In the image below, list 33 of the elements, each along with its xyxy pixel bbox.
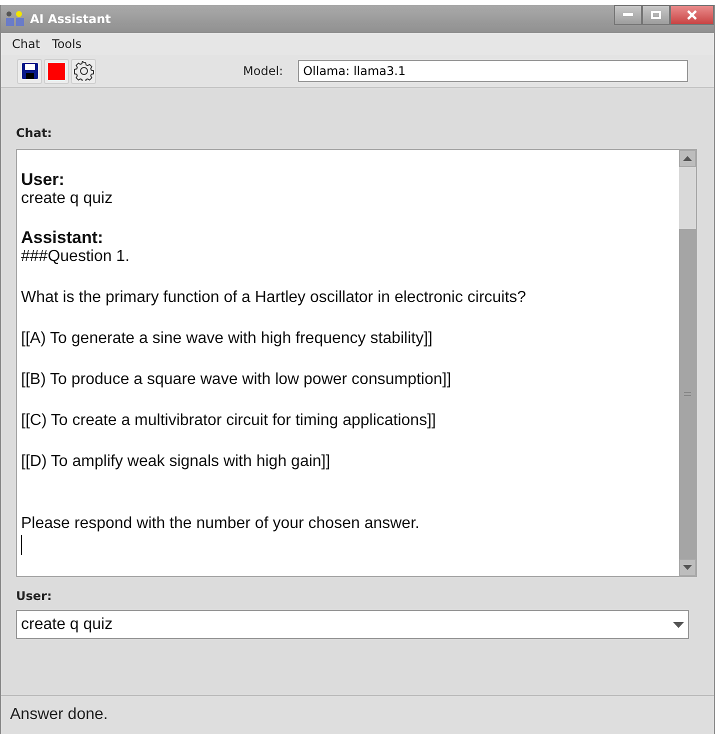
message-role: Assistant: xyxy=(21,228,104,247)
message-text: [[A) To generate a sine wave with high frequency stability]] xyxy=(21,329,434,348)
scrollbar[interactable] xyxy=(679,150,696,576)
menu-item[interactable]: Tools xyxy=(52,37,82,51)
menu-item[interactable]: Chat xyxy=(12,37,40,51)
close-button[interactable] xyxy=(670,5,714,25)
maximize-icon xyxy=(651,11,661,19)
minimize-button[interactable] xyxy=(614,5,642,25)
message-text: Please respond with the number of your chosen answer. xyxy=(21,514,420,533)
message-text: [[C) To create a multivibrator circuit for timing applications]] xyxy=(21,411,437,430)
message-text: create q quiz xyxy=(21,189,114,208)
model-field[interactable]: Ollama: llama3.1 xyxy=(298,60,688,82)
close-icon xyxy=(687,10,697,20)
chat-label: Chat: xyxy=(16,126,53,140)
message-text: ###Question 1. xyxy=(21,247,131,266)
message-role: User: xyxy=(21,170,66,189)
message-text: [[B) To produce a square wave with low power consumption]] xyxy=(21,370,452,389)
message-combo-box[interactable]: create q quiz xyxy=(16,610,689,639)
maximize-button[interactable] xyxy=(642,5,670,25)
window-title: AI Assistant xyxy=(30,12,111,26)
message-text: What is the primary function of a Hartley oscillator in electronic circuits? xyxy=(21,288,528,307)
scroll-down-arrow-icon[interactable] xyxy=(683,565,692,570)
app-icon xyxy=(5,10,25,28)
save-button[interactable] xyxy=(17,58,42,84)
text-cursor xyxy=(21,535,22,555)
status-text: Answer done. xyxy=(10,706,108,724)
input-label: User: xyxy=(16,589,53,603)
message-text: [[D) To amplify weak signals with high gain]] xyxy=(21,452,332,471)
model-label: Model: xyxy=(243,64,284,78)
scroll-up-arrow-icon[interactable] xyxy=(683,156,692,161)
settings-button[interactable] xyxy=(71,58,96,84)
minimize-icon xyxy=(623,13,633,17)
dropdown-caret-icon xyxy=(673,622,684,628)
